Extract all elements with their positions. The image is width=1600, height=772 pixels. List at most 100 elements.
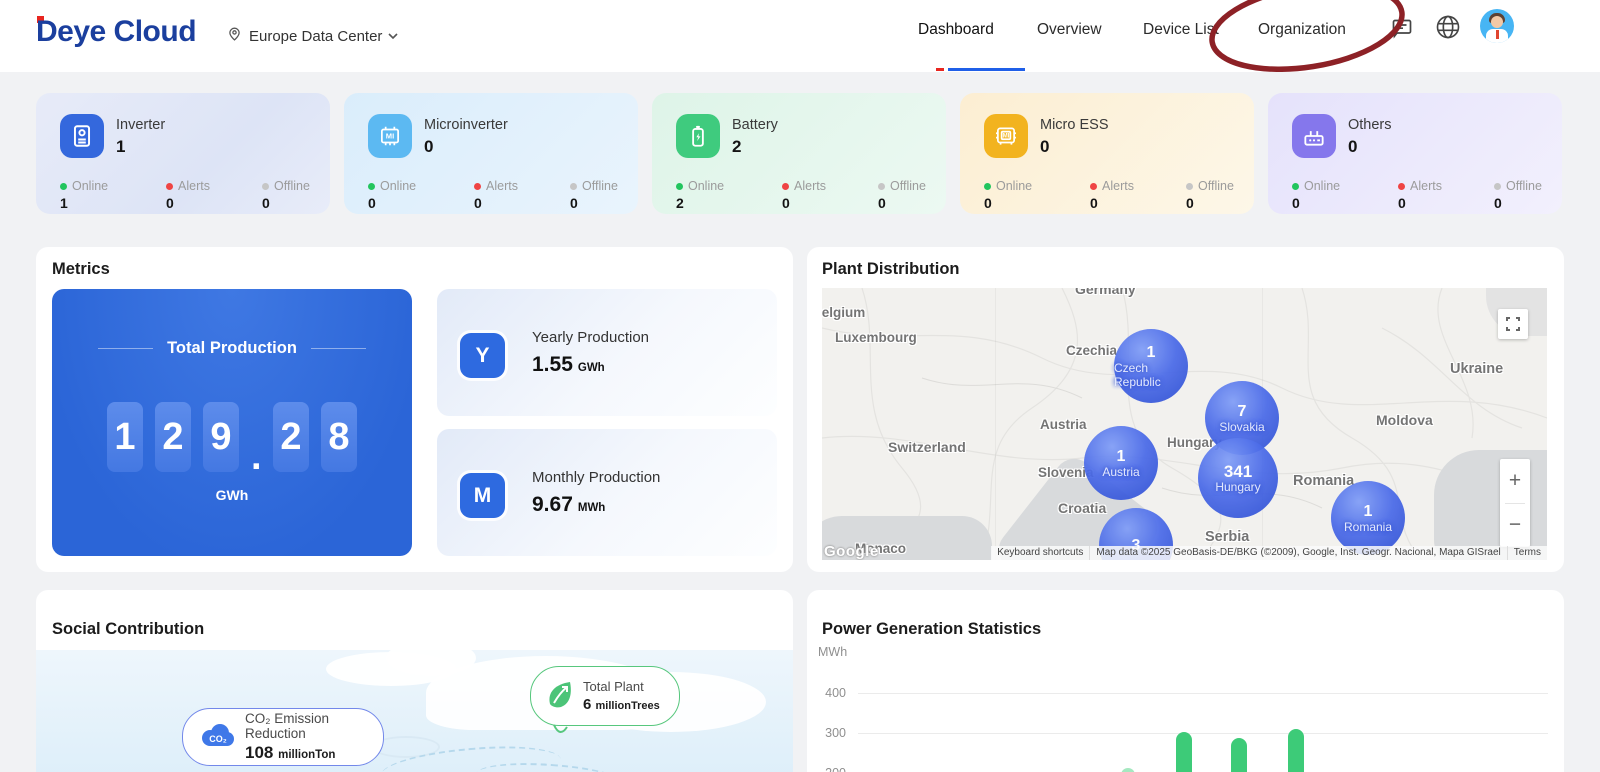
monthly-production-card: M Monthly Production 9.67MWh — [437, 429, 777, 556]
svg-text:CO₂: CO₂ — [209, 734, 227, 744]
offline-legend: Offline — [570, 179, 618, 193]
gridline-300 — [858, 733, 1548, 734]
alerts-dot — [1090, 183, 1097, 190]
google-map[interactable]: Germany Belgium Luxembourg Czechia Ukrai… — [822, 288, 1547, 560]
y-tick-300: 300 — [812, 726, 846, 740]
tab-overview[interactable]: Overview — [1037, 21, 1102, 39]
terms-link[interactable]: Terms — [1507, 546, 1547, 560]
online-count: 2 — [676, 195, 684, 211]
metrics-panel: Metrics Total Production 1 2 9 . 2 8 GWh… — [36, 247, 793, 572]
zoom-in-button[interactable]: + — [1500, 459, 1530, 503]
user-avatar[interactable] — [1480, 9, 1514, 43]
alerts-count: 0 — [1398, 195, 1406, 211]
decorative-line — [311, 348, 366, 350]
map-label-ukraine: Ukraine — [1450, 361, 1503, 377]
cluster-count: 341 — [1224, 463, 1252, 480]
inverter-icon — [60, 114, 104, 158]
total-plant-unit: millionTrees — [596, 700, 660, 712]
svg-text:MI: MI — [1003, 134, 1010, 140]
globe-icon[interactable] — [1434, 13, 1462, 46]
avatar-face — [1491, 16, 1503, 28]
offline-dot — [1494, 183, 1501, 190]
cluster-marker-romania[interactable]: 1 Romania — [1331, 481, 1405, 555]
micro-ess-icon: MI — [984, 114, 1028, 158]
black-sea — [1434, 450, 1547, 560]
battery-icon — [676, 114, 720, 158]
leaf-icon — [543, 678, 575, 715]
alerts-legend: Alerts — [1398, 179, 1442, 193]
map-label-austria: Austria — [1040, 417, 1087, 432]
alerts-dot — [1398, 183, 1405, 190]
yearly-badge: Y — [460, 333, 505, 378]
alerts-dot — [474, 183, 481, 190]
power-bar — [1176, 732, 1192, 772]
app-logo[interactable]: Deye Cloud — [36, 15, 196, 49]
monthly-production-label: Monthly Production — [532, 469, 660, 486]
alerts-legend: Alerts — [166, 179, 210, 193]
plant-texts: Total Plant 6 millionTrees — [583, 679, 660, 713]
map-label-germany: Germany — [1075, 288, 1136, 297]
y-tick-200: 200 — [812, 766, 846, 772]
svg-text:MI: MI — [386, 132, 394, 141]
online-count: 0 — [368, 195, 376, 211]
map-label-czechia: Czechia — [1066, 343, 1117, 358]
device-count: 0 — [424, 137, 433, 157]
cluster-label: Czech Republic — [1114, 361, 1188, 389]
total-plant-label: Total Plant — [583, 679, 660, 694]
offline-count: 0 — [1186, 195, 1194, 211]
online-dot — [60, 183, 67, 190]
device-card-micro-ess[interactable]: MI Micro ESS 0 Online Alerts Offline 0 0… — [960, 93, 1254, 214]
y-tick-400: 400 — [812, 686, 846, 700]
tab-organization[interactable]: Organization — [1258, 21, 1346, 39]
total-production-unit: GWh — [52, 487, 412, 503]
message-icon[interactable] — [1390, 16, 1414, 45]
social-contribution-title: Social Contribution — [52, 620, 204, 639]
digit-tile: 2 — [155, 402, 191, 472]
cluster-label: Slovakia — [1219, 420, 1264, 434]
alerts-count: 0 — [474, 195, 482, 211]
google-logo[interactable]: Google — [824, 543, 879, 560]
datacenter-label: Europe Data Center — [249, 28, 382, 45]
co2-reduction-bubble: CO₂ CO₂ Emission Reduction 108 millionTo… — [182, 708, 384, 766]
tab-device-list[interactable]: Device List — [1143, 21, 1219, 39]
total-plant-bubble: Total Plant 6 millionTrees — [530, 666, 680, 726]
offline-count: 0 — [570, 195, 578, 211]
deye-cloud-dashboard: Deye Cloud Europe Data Center Dashboard … — [0, 0, 1600, 772]
cluster-count: 1 — [1147, 344, 1156, 361]
device-type-label: Inverter — [116, 117, 165, 133]
device-count: 1 — [116, 137, 125, 157]
tab-dashboard[interactable]: Dashboard — [918, 21, 994, 39]
offline-legend: Offline — [1494, 179, 1542, 193]
alerts-legend: Alerts — [1090, 179, 1134, 193]
alerts-legend: Alerts — [474, 179, 518, 193]
location-pin-icon — [226, 24, 243, 48]
offline-dot — [570, 183, 577, 190]
device-type-label: Microinverter — [424, 117, 508, 133]
yearly-production-card: Y Yearly Production 1.55GWh — [437, 289, 777, 416]
device-card-microinverter[interactable]: MI Microinverter 0 Online Alerts Offline… — [344, 93, 638, 214]
cluster-marker-hungary[interactable]: 341 Hungary — [1198, 438, 1278, 518]
device-card-battery[interactable]: Battery 2 Online Alerts Offline 2 0 0 — [652, 93, 946, 214]
online-legend: Online — [984, 179, 1032, 193]
map-label-belgium: Belgium — [822, 305, 865, 320]
offline-dot — [262, 183, 269, 190]
co2-cloud-icon: CO₂ — [197, 721, 237, 754]
offline-legend: Offline — [262, 179, 310, 193]
cluster-label: Hungary — [1215, 480, 1260, 494]
device-card-inverter[interactable]: Inverter 1 Online Alerts Offline 1 0 0 — [36, 93, 330, 214]
alerts-count: 0 — [166, 195, 174, 211]
total-production-label: Total Production — [167, 339, 297, 358]
datacenter-selector[interactable]: Europe Data Center — [226, 24, 398, 48]
device-count: 0 — [1348, 137, 1357, 157]
keyboard-shortcuts-link[interactable]: Keyboard shortcuts — [991, 546, 1089, 560]
device-type-label: Others — [1348, 117, 1392, 133]
device-card-others[interactable]: Others 0 Online Alerts Offline 0 0 0 — [1268, 93, 1562, 214]
fullscreen-button[interactable] — [1498, 309, 1528, 339]
cluster-marker-austria[interactable]: 1 Austria — [1084, 426, 1158, 500]
decimal-point: . — [251, 442, 261, 472]
zoom-out-button[interactable]: − — [1500, 504, 1530, 548]
total-production-digits: 1 2 9 . 2 8 — [52, 402, 412, 472]
online-dot — [368, 183, 375, 190]
cluster-marker-czech-republic[interactable]: 1 Czech Republic — [1114, 329, 1188, 403]
device-count: 0 — [1040, 137, 1049, 157]
